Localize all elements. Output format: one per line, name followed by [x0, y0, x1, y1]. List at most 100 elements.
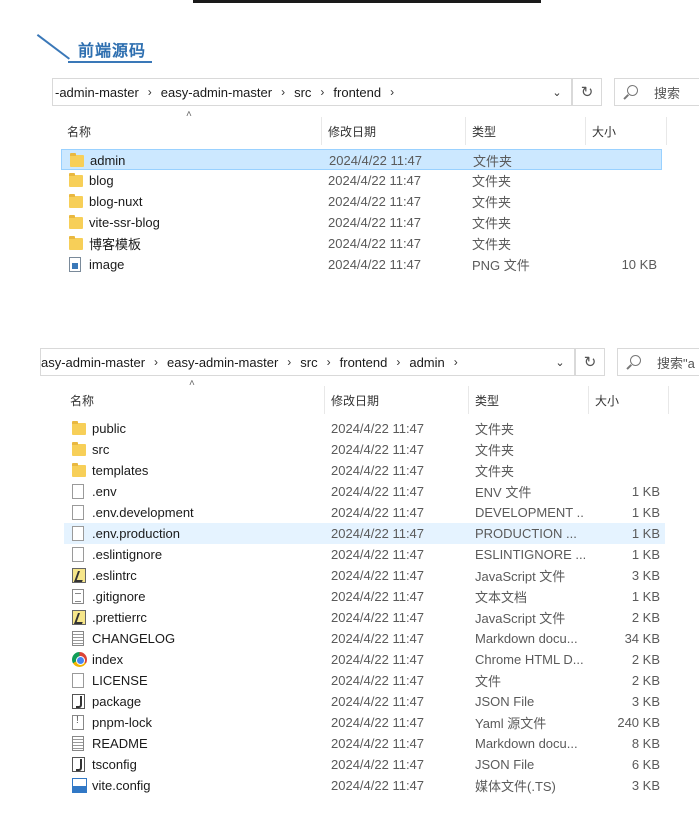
chevron-right-icon[interactable]: ›	[327, 355, 331, 369]
file-name-cell: CHANGELOG	[72, 628, 322, 649]
file-row[interactable]: .eslintignore 2024/4/22 11:47 ESLINTIGNORE…	[64, 544, 665, 565]
column-name[interactable]: 名称	[61, 117, 322, 145]
file-size: 1 KB	[631, 505, 660, 520]
file-explorer-frontend: -admin-master › easy-admin-master › src › fron…	[52, 78, 699, 288]
file-date: 2024/4/22 11:47	[331, 463, 425, 478]
breadcrumb-item[interactable]: easy-admin-master ›	[161, 85, 294, 100]
column-name[interactable]: 名称	[64, 386, 325, 414]
chevron-right-icon[interactable]: ›	[287, 355, 291, 369]
file-size: 1 KB	[631, 526, 660, 541]
chevron-right-icon[interactable]: ›	[154, 355, 158, 369]
file-size: 2 KB	[631, 610, 660, 625]
chevron-right-icon[interactable]: ›	[281, 85, 285, 99]
chevron-right-icon[interactable]: ›	[390, 85, 394, 99]
file-name-cell: index	[72, 649, 322, 670]
breadcrumb-item[interactable]: src ›	[294, 85, 333, 100]
file-row[interactable]: .env.production 2024/4/22 11:47 PRODUCTION…	[64, 523, 665, 544]
search-input[interactable]: 搜索"a	[617, 348, 699, 376]
refresh-button[interactable]: ↻	[572, 78, 602, 106]
address-history-dropdown-icon[interactable]: ⌄	[543, 79, 571, 105]
file-row[interactable]: index 2024/4/22 11:47 Chrome HTML D... 2 KB	[64, 649, 665, 670]
breadcrumb-item[interactable]: easy-admin-master ›	[167, 355, 300, 370]
file-row[interactable]: src 2024/4/22 11:47 文件夹	[64, 439, 665, 460]
breadcrumb: asy-admin-master › easy-admin-master › src › f…	[41, 355, 467, 370]
sort-ascending-icon: ˄	[189, 378, 195, 389]
file-name: index	[92, 652, 124, 667]
file-type: Markdown docu...	[475, 631, 578, 646]
file-type: 文件夹	[472, 237, 512, 252]
column-size[interactable]: 大小	[586, 117, 667, 145]
file-row[interactable]: CHANGELOG 2024/4/22 11:47 Markdown docu...…	[64, 628, 665, 649]
file-size: 3 KB	[631, 778, 660, 793]
file-icon	[72, 505, 84, 520]
file-date: 2024/4/22 11:47	[328, 236, 422, 251]
chevron-right-icon[interactable]: ›	[320, 85, 324, 99]
file-row[interactable]: public 2024/4/22 11:47 文件夹	[64, 418, 665, 439]
breadcrumb-item[interactable]: admin ›	[409, 355, 466, 370]
file-row[interactable]: .env 2024/4/22 11:47 ENV 文件 1 KB	[64, 481, 665, 502]
file-row[interactable]: .gitignore 2024/4/22 11:47 文本文档 1 KB	[64, 586, 665, 607]
chevron-right-icon[interactable]: ›	[148, 85, 152, 99]
file-name: .env	[92, 484, 117, 499]
file-row[interactable]: .env.development 2024/4/22 11:47 DEVELOPME…	[64, 502, 665, 523]
markdown-file-icon	[72, 736, 84, 751]
address-bar[interactable]: -admin-master › easy-admin-master › src › fron…	[52, 78, 572, 106]
column-type[interactable]: 类型	[466, 117, 586, 145]
file-name-cell: src	[72, 439, 322, 460]
file-row[interactable]: .prettierrc 2024/4/22 11:47 JavaScript 文件 2…	[64, 607, 665, 628]
file-row[interactable]: LICENSE 2024/4/22 11:47 文件 2 KB	[64, 670, 665, 691]
chevron-right-icon[interactable]: ›	[454, 355, 458, 369]
refresh-button[interactable]: ↻	[575, 348, 605, 376]
file-row[interactable]: vite.config 2024/4/22 11:47 媒体文件(.TS) 3 KB	[64, 775, 665, 796]
file-date: 2024/4/22 11:47	[331, 736, 425, 751]
heading-underline	[68, 61, 152, 63]
column-header: 名称 ˄ 修改日期 类型 大小	[61, 109, 667, 145]
file-row[interactable]: blog 2024/4/22 11:47 文件夹	[61, 170, 662, 191]
folder-icon	[69, 173, 83, 187]
file-date: 2024/4/22 11:47	[331, 526, 425, 541]
breadcrumb-item[interactable]: src ›	[300, 355, 339, 370]
file-row[interactable]: package 2024/4/22 11:47 JSON File 3 KB	[64, 691, 665, 712]
file-type: 媒体文件(.TS)	[475, 779, 556, 794]
address-history-dropdown-icon[interactable]: ⌄	[546, 349, 574, 375]
file-row[interactable]: pnpm-lock 2024/4/22 11:47 Yaml 源文件 240 KB	[64, 712, 665, 733]
file-name-cell: README	[72, 733, 322, 754]
file-name-cell: .env.development	[72, 502, 322, 523]
file-name: CHANGELOG	[92, 631, 176, 646]
column-type[interactable]: 类型	[469, 386, 589, 414]
breadcrumb-item[interactable]: frontend ›	[333, 85, 403, 100]
file-row[interactable]: vite-ssr-blog 2024/4/22 11:47 文件夹	[61, 212, 662, 233]
breadcrumb-item[interactable]: asy-admin-master ›	[41, 355, 167, 370]
column-date[interactable]: 修改日期	[322, 117, 466, 145]
chevron-right-icon[interactable]: ›	[396, 355, 400, 369]
file-row[interactable]: image 2024/4/22 11:47 PNG 文件 10 KB	[61, 254, 662, 275]
address-bar[interactable]: asy-admin-master › easy-admin-master › src › f…	[40, 348, 575, 376]
file-row[interactable]: admin 2024/4/22 11:47 文件夹	[61, 149, 662, 170]
breadcrumb-item[interactable]: -admin-master ›	[55, 85, 161, 100]
file-name: .gitignore	[92, 589, 146, 604]
column-size[interactable]: 大小	[589, 386, 669, 414]
column-date[interactable]: 修改日期	[325, 386, 469, 414]
breadcrumb: -admin-master › easy-admin-master › src › fron…	[53, 85, 403, 100]
file-row[interactable]: blog-nuxt 2024/4/22 11:47 文件夹	[61, 191, 662, 212]
file-date: 2024/4/22 11:47	[331, 505, 425, 520]
search-icon	[630, 355, 641, 366]
file-row[interactable]: 博客模板 2024/4/22 11:47 文件夹	[61, 233, 662, 254]
file-row[interactable]: templates 2024/4/22 11:47 文件夹	[64, 460, 665, 481]
file-name: admin	[90, 153, 126, 168]
file-name-cell: .env.production	[72, 523, 322, 544]
file-row[interactable]: .eslintrc 2024/4/22 11:47 JavaScript 文件 3 K…	[64, 565, 665, 586]
breadcrumb-label: -admin-master	[55, 84, 139, 100]
file-name: .env.development	[92, 505, 194, 520]
file-icon	[72, 673, 84, 688]
breadcrumb-label: frontend	[339, 354, 388, 370]
breadcrumb-label: src	[300, 354, 318, 370]
file-name-cell: vite.config	[72, 775, 322, 796]
breadcrumb-label: src	[294, 84, 312, 100]
search-input[interactable]: 搜索	[614, 78, 699, 106]
file-row[interactable]: README 2024/4/22 11:47 Markdown docu... 8 K…	[64, 733, 665, 754]
folder-icon	[69, 236, 83, 250]
file-row[interactable]: tsconfig 2024/4/22 11:47 JSON File 6 KB	[64, 754, 665, 775]
breadcrumb-item[interactable]: frontend ›	[340, 355, 410, 370]
file-name: .eslintrc	[92, 568, 137, 583]
